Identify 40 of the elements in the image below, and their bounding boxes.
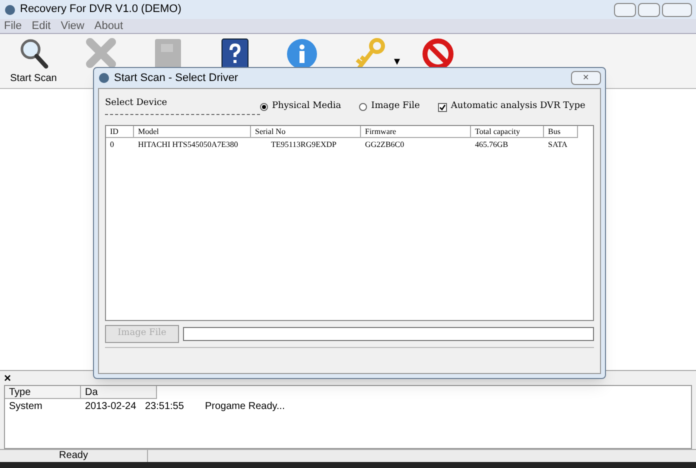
column-header[interactable]: Total capacity (471, 126, 544, 138)
radio-option[interactable]: Physical Media (260, 100, 342, 114)
radio-option[interactable]: Image File (359, 100, 420, 114)
column-header[interactable]: Type (5, 386, 81, 399)
table-cell-text: TE95113RG9EXDP (270, 139, 338, 151)
select-device-label: Select Device (105, 97, 260, 115)
log-cell-text: 23:51:55 (144, 400, 185, 414)
toolbar-button[interactable]: Start Scan (0, 36, 67, 86)
app-icon (98, 72, 110, 84)
dialog-title: Start Scan - Select Driver (114, 70, 238, 86)
app-icon (4, 4, 16, 16)
cross-icon (86, 38, 116, 68)
minimize-button[interactable] (614, 2, 636, 16)
table-cell-text: HITACHI HTS545050A7E380 (137, 139, 240, 151)
close-button[interactable] (662, 2, 692, 16)
dropdown-arrow[interactable]: ▾ (394, 52, 400, 70)
menu-item[interactable]: View (60, 18, 84, 34)
close-button[interactable]: ✕ (571, 71, 601, 85)
info-icon (286, 38, 318, 70)
table-cell-text: 0 (109, 139, 115, 151)
column-header[interactable]: Bus (544, 126, 578, 138)
log-cell-text: Progame Ready... (204, 400, 286, 414)
table-cell-text: SATA (547, 139, 568, 151)
log-cell-text: 2013-02-24 (84, 400, 138, 414)
column-header[interactable]: Firmware (361, 126, 471, 138)
table-cell-text: GG2ZB6C0 (364, 139, 406, 151)
menu-item[interactable]: About (94, 18, 124, 34)
column-header[interactable]: ID (106, 126, 134, 138)
column-header[interactable]: Serial No (251, 126, 361, 138)
auto-analysis-checkbox[interactable]: Automatic analysis DVR Type (438, 100, 586, 114)
log-cell-text: System (8, 400, 44, 414)
column-header[interactable]: Model (134, 126, 251, 138)
no-entry-icon (422, 38, 454, 70)
image-path-field[interactable] (183, 327, 594, 341)
menu-item[interactable]: Edit (32, 18, 51, 34)
menu-item[interactable]: File (4, 18, 22, 34)
maximize-button[interactable] (638, 2, 660, 16)
column-header[interactable]: Da (81, 386, 157, 399)
window-title: Recovery For DVR V1.0 (DEMO) (20, 2, 182, 18)
table-cell-text: 465.76GB (474, 139, 510, 151)
